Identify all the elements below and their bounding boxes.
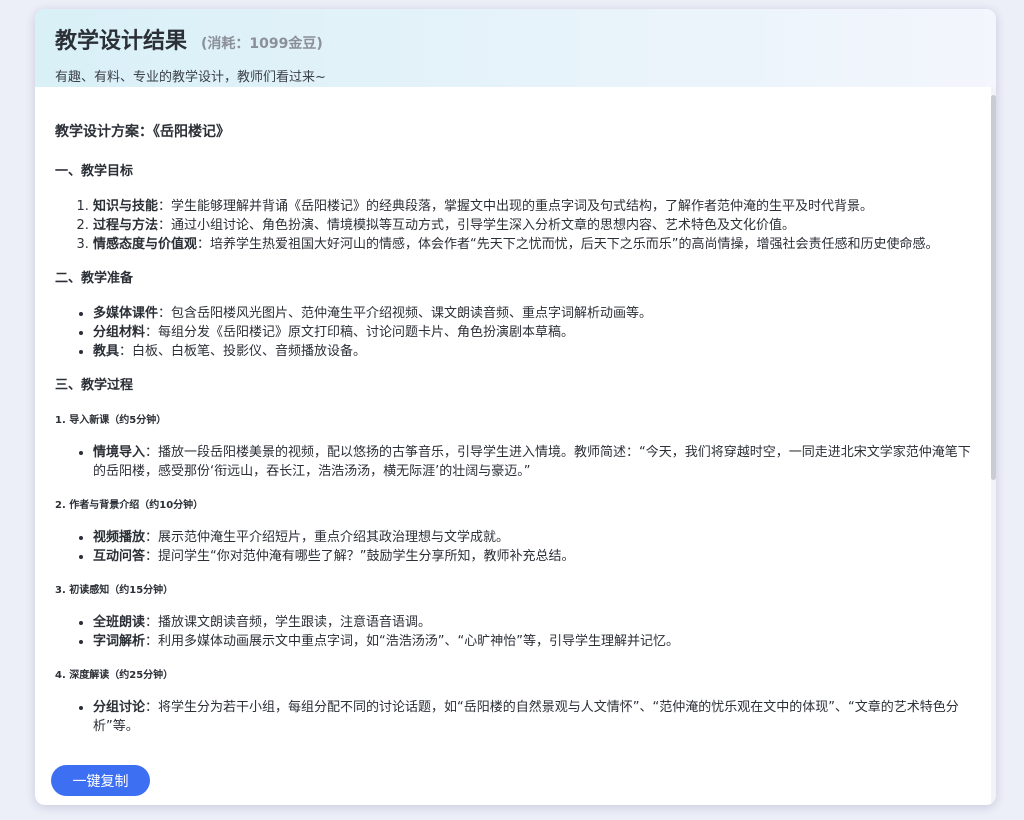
item-label: 全班朗读	[93, 615, 146, 630]
item-label: 知识与技能	[93, 199, 159, 214]
goals-list: 知识与技能：学生能够理解并背诵《岳阳楼记》的经典段落，掌握文中出现的重点字词及句…	[55, 197, 971, 254]
section-heading-prep: 二、教学准备	[55, 271, 134, 286]
item-label: 分组材料	[93, 325, 146, 340]
section-heading-goals: 一、教学目标	[55, 164, 134, 179]
item-text: ：通过小组讨论、角色扮演、情境模拟等互动方式，引导学生深入分析文章的思想内容、艺…	[158, 218, 796, 233]
list-item: 情感态度与价值观：培养学生热爱祖国大好河山的情感，体会作者“先天下之忧而忧，后天…	[93, 235, 971, 254]
step-list: 情境导入：播放一段岳阳楼美景的视频，配以悠扬的古筝音乐，引导学生进入情境。教师简…	[55, 443, 971, 481]
item-label: 教具	[93, 344, 120, 359]
item-label: 过程与方法	[93, 218, 159, 233]
item-text: ：培养学生热爱祖国大好河山的情感，体会作者“先天下之忧而忧，后天下之乐而乐”的高…	[197, 237, 939, 252]
list-item: 互动问答：提问学生“你对范仲淹有哪些了解？”鼓励学生分享所知，教师补充总结。	[93, 547, 971, 566]
list-item: 过程与方法：通过小组讨论、角色扮演、情境模拟等互动方式，引导学生深入分析文章的思…	[93, 216, 971, 235]
cost-label: (消耗：1099金豆)	[201, 36, 323, 52]
list-item: 多媒体课件：包含岳阳楼风光图片、范仲淹生平介绍视频、课文朗读音频、重点字词解析动…	[93, 304, 971, 323]
result-content[interactable]: 教学设计方案：《岳阳楼记》 一、教学目标 知识与技能：学生能够理解并背诵《岳阳楼…	[35, 87, 991, 805]
copy-all-button[interactable]: 一键复制	[51, 765, 150, 796]
item-label: 字词解析	[93, 634, 146, 649]
list-item: 分组讨论：将学生分为若干小组，每组分配不同的讨论话题，如“岳阳楼的自然景观与人文…	[93, 698, 971, 736]
list-item: 情境导入：播放一段岳阳楼美景的视频，配以悠扬的古筝音乐，引导学生进入情境。教师简…	[93, 443, 971, 481]
title-row: 教学设计结果 (消耗：1099金豆)	[55, 23, 976, 55]
list-item: 知识与技能：学生能够理解并背诵《岳阳楼记》的经典段落，掌握文中出现的重点字词及句…	[93, 197, 971, 216]
list-item: 分组材料：每组分发《岳阳楼记》原文打印稿、讨论问题卡片、角色扮演剧本草稿。	[93, 323, 971, 342]
list-item: 字词解析：利用多媒体动画展示文中重点字词，如“浩浩汤汤”、“心旷神怡”等，引导学…	[93, 632, 971, 651]
page-title: 教学设计结果	[55, 29, 188, 54]
step-list: 全班朗读：播放课文朗读音频，学生跟读，注意语音语调。 字词解析：利用多媒体动画展…	[55, 613, 971, 651]
item-text: ：每组分发《岳阳楼记》原文打印稿、讨论问题卡片、角色扮演剧本草稿。	[145, 325, 575, 340]
item-text: ：利用多媒体动画展示文中重点字词，如“浩浩汤汤”、“心旷神怡”等，引导学生理解并…	[145, 634, 679, 649]
item-text: ：包含岳阳楼风光图片、范仲淹生平介绍视频、课文朗读音频、重点字词解析动画等。	[158, 306, 653, 321]
item-label: 多媒体课件	[93, 306, 159, 321]
item-label: 情境导入	[93, 445, 146, 460]
step-list: 视频播放：展示范仲淹生平介绍短片，重点介绍其政治理想与文学成就。 互动问答：提问…	[55, 528, 971, 566]
result-card: 教学设计结果 (消耗：1099金豆) 有趣、有料、专业的教学设计，教师们看过来~…	[35, 9, 996, 805]
list-item: 全班朗读：播放课文朗读音频，学生跟读，注意语音语调。	[93, 613, 971, 632]
item-label: 视频播放	[93, 530, 146, 545]
scrollbar-thumb[interactable]	[991, 95, 996, 480]
list-item: 教具：白板、白板笔、投影仪、音频播放设备。	[93, 342, 971, 361]
item-label: 互动问答	[93, 549, 146, 564]
item-text: ：将学生分为若干小组，每组分配不同的讨论话题，如“岳阳楼的自然景观与人文情怀”、…	[93, 700, 959, 734]
step-title: 2. 作者与背景介绍（约10分钟）	[55, 500, 204, 511]
item-text: ：播放一段岳阳楼美景的视频，配以悠扬的古筝音乐，引导学生进入情境。教师简述：“今…	[93, 445, 971, 479]
step-title: 3. 初读感知（约15分钟）	[55, 585, 174, 596]
step-title: 1. 导入新课（约5分钟）	[55, 415, 167, 426]
page-subtitle: 有趣、有料、专业的教学设计，教师们看过来~	[55, 70, 326, 85]
prep-list: 多媒体课件：包含岳阳楼风光图片、范仲淹生平介绍视频、课文朗读音频、重点字词解析动…	[55, 304, 971, 361]
section-heading-process: 三、教学过程	[55, 378, 134, 393]
item-text: ：学生能够理解并背诵《岳阳楼记》的经典段落，掌握文中出现的重点字词及句式结构，了…	[158, 199, 874, 214]
list-item: 视频播放：展示范仲淹生平介绍短片，重点介绍其政治理想与文学成就。	[93, 528, 971, 547]
step-title: 4. 深度解读（约25分钟）	[55, 670, 174, 681]
item-text: ：展示范仲淹生平介绍短片，重点介绍其政治理想与文学成就。	[145, 530, 510, 545]
item-label: 情感态度与价值观	[93, 237, 198, 252]
item-text: ：播放课文朗读音频，学生跟读，注意语音语调。	[145, 615, 432, 630]
item-label: 分组讨论	[93, 700, 146, 715]
item-text: ：白板、白板笔、投影仪、音频播放设备。	[119, 344, 367, 359]
plan-title: 教学设计方案：《岳阳楼记》	[55, 124, 230, 140]
result-header: 教学设计结果 (消耗：1099金豆) 有趣、有料、专业的教学设计，教师们看过来~	[35, 9, 996, 87]
step-list: 分组讨论：将学生分为若干小组，每组分配不同的讨论话题，如“岳阳楼的自然景观与人文…	[55, 698, 971, 736]
item-text: ：提问学生“你对范仲淹有哪些了解？”鼓励学生分享所知，教师补充总结。	[145, 549, 575, 564]
